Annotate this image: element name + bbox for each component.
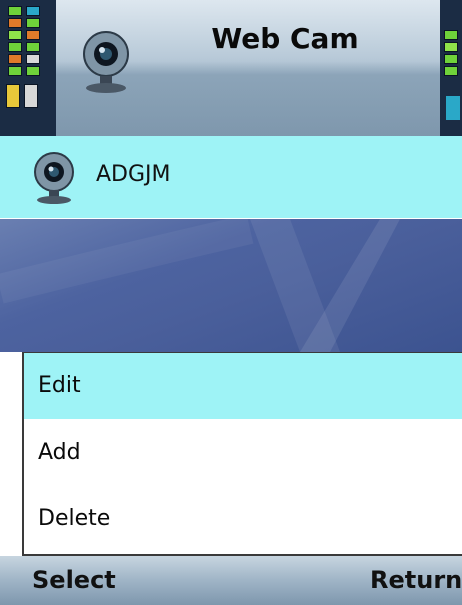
- signal-strength-icon: [0, 0, 56, 136]
- wallpaper-swoosh: [0, 219, 400, 352]
- webcam-icon: [34, 152, 74, 204]
- menu-item-edit[interactable]: Edit: [24, 353, 462, 419]
- list-item[interactable]: ADGJM: [0, 136, 462, 220]
- menu-item-label: Edit: [38, 373, 81, 398]
- pen-icon: [24, 84, 38, 108]
- status-indicator: [440, 0, 462, 136]
- menu-item-label: Add: [38, 440, 81, 465]
- context-menu: Edit Add Delete: [22, 352, 462, 556]
- title-bar: Web Cam: [0, 0, 462, 136]
- menu-item-label: Delete: [38, 506, 111, 531]
- battery-icon: [6, 84, 20, 108]
- menu-item-delete[interactable]: Delete: [24, 486, 462, 552]
- wallpaper-background: [0, 219, 462, 352]
- webcam-icon: [83, 31, 129, 93]
- select-softkey[interactable]: Select: [32, 566, 116, 594]
- return-softkey[interactable]: Return: [370, 566, 462, 594]
- page-title: Web Cam: [211, 22, 359, 55]
- menu-item-add[interactable]: Add: [24, 420, 462, 486]
- header-sheen: [0, 56, 462, 136]
- softkey-bar: Select Return: [0, 556, 462, 605]
- list-item-label: ADGJM: [96, 162, 171, 187]
